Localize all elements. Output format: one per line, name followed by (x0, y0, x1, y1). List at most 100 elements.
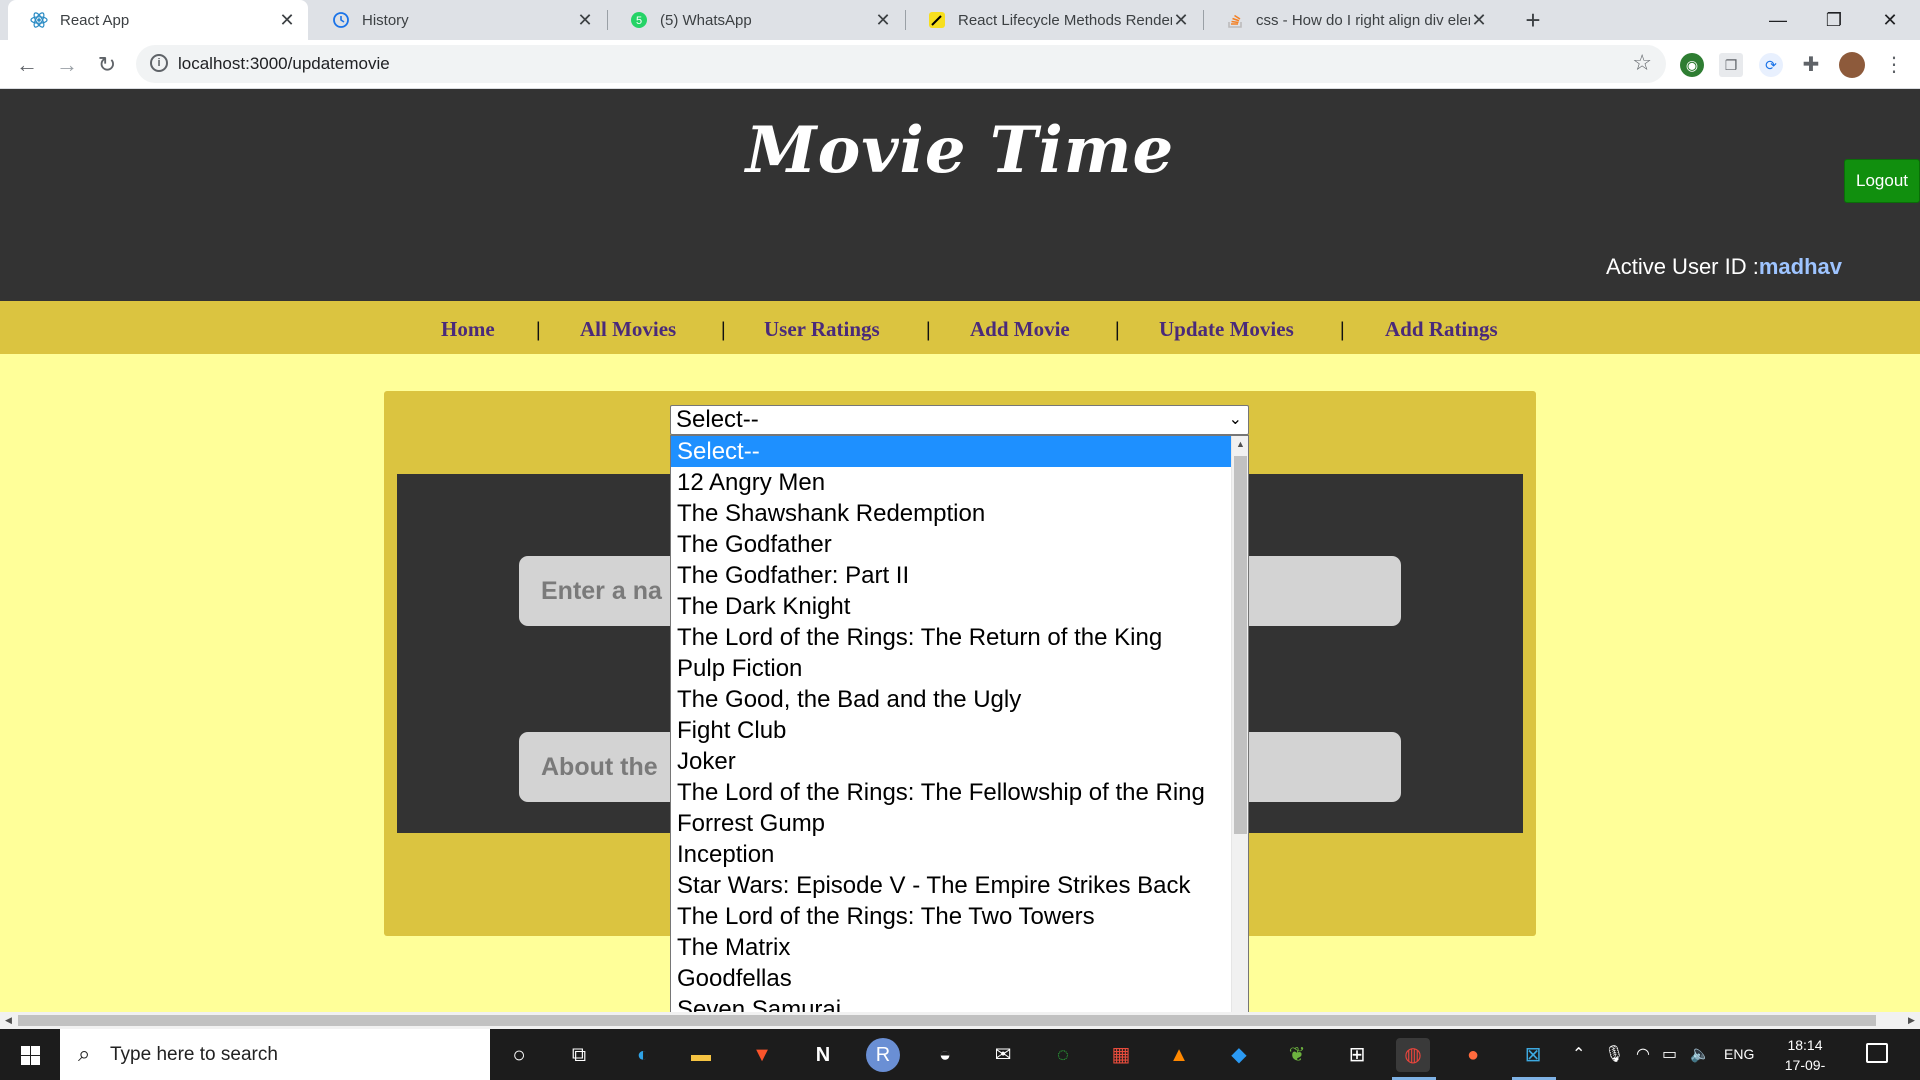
logout-button[interactable]: Logout (1844, 159, 1920, 203)
eclipse-ide-icon[interactable]: ◒ (928, 1038, 962, 1072)
page-horizontal-scrollbar[interactable]: ◀ ▶ (0, 1012, 1920, 1029)
bookmark-star-icon[interactable]: ☆ (1632, 50, 1652, 76)
movie-select[interactable]: Select-- ⌄ (670, 405, 1249, 435)
main-nav: Home | All Movies | User Ratings | Add M… (0, 301, 1920, 354)
tab-react-lifecycle[interactable]: React Lifecycle Methods Render / ✕ (906, 0, 1202, 40)
dropdown-option[interactable]: The Lord of the Rings: The Fellowship of… (671, 777, 1248, 808)
close-tab-icon[interactable]: ✕ (576, 10, 594, 31)
browser-toolbar: ← → ↻ i localhost:3000/updatemovie ☆ ◉ ❐… (0, 40, 1920, 89)
tab-react-app[interactable]: React App ✕ (8, 0, 308, 40)
tiles-app-icon[interactable]: ▦ (1104, 1038, 1138, 1072)
edge-browser-icon[interactable]: ◐ (626, 1038, 660, 1072)
speaker-icon[interactable]: 🔈 (1690, 1029, 1710, 1080)
scroll-left-arrow-icon[interactable]: ◀ (0, 1012, 17, 1029)
tab-history[interactable]: History ✕ (310, 0, 606, 40)
dropdown-option[interactable]: The Dark Knight (671, 591, 1248, 622)
dropdown-option[interactable]: Forrest Gump (671, 808, 1248, 839)
nav-separator: | (536, 317, 541, 341)
dropdown-option[interactable]: Goodfellas (671, 963, 1248, 994)
taskbar-clock[interactable]: 18:14 17-09-2020 (1770, 1035, 1840, 1080)
notification-center-icon[interactable] (1866, 1043, 1888, 1063)
forward-arrow-icon[interactable]: → (50, 48, 84, 82)
wifi-icon[interactable]: ◠ (1636, 1029, 1650, 1080)
tab-title: React Lifecycle Methods Render / (958, 11, 1172, 29)
nav-separator: | (721, 317, 726, 341)
scroll-up-arrow-icon[interactable]: ▲ (1232, 436, 1248, 453)
dropdown-option[interactable]: Star Wars: Episode V - The Empire Strike… (671, 870, 1248, 901)
nav-separator: | (1115, 317, 1120, 341)
dropdown-option[interactable]: The Matrix (671, 932, 1248, 963)
tray-chevron-up-icon[interactable]: ⌃ (1572, 1029, 1585, 1080)
postman-icon[interactable]: ● (1456, 1038, 1490, 1072)
tab-stackoverflow[interactable]: css - How do I right align div elen ✕ (1204, 0, 1500, 40)
battery-icon[interactable]: ▭ (1662, 1029, 1677, 1080)
extensions-puzzle-icon[interactable]: ✚ (1799, 53, 1823, 77)
cortana-icon[interactable]: ○ (502, 1038, 536, 1072)
spring-tool-icon[interactable]: ❦ (1280, 1038, 1314, 1072)
network-tool-icon[interactable]: ⊠ (1516, 1038, 1550, 1072)
windows-start-button[interactable] (0, 1029, 60, 1080)
address-bar[interactable]: i localhost:3000/updatemovie ☆ (136, 45, 1666, 83)
taskbar-search-box[interactable]: ⌕ Type here to search (60, 1029, 490, 1080)
vscode-icon[interactable]: ◆ (1222, 1038, 1256, 1072)
dropdown-option[interactable]: The Godfather: Part II (671, 560, 1248, 591)
nav-add-movie[interactable]: Add Movie (970, 317, 1070, 342)
file-explorer-icon[interactable]: ▬ (684, 1038, 718, 1072)
nav-separator: | (926, 317, 931, 341)
site-header: Movie Time Active User ID :madhav (0, 89, 1920, 301)
dropdown-option[interactable]: Pulp Fiction (671, 653, 1248, 684)
dropdown-option[interactable]: The Lord of the Rings: The Return of the… (671, 622, 1248, 653)
dropdown-option[interactable]: Fight Club (671, 715, 1248, 746)
windows-taskbar: ⌕ Type here to search ○ ⧉ ◐ ▬ ▼ N R ◒ ✉ … (0, 1029, 1920, 1080)
vlc-player-icon[interactable]: ▲ (1162, 1038, 1196, 1072)
profile-avatar[interactable] (1839, 52, 1865, 78)
maximize-button[interactable]: ❐ (1806, 0, 1862, 40)
nav-add-ratings[interactable]: Add Ratings (1385, 317, 1498, 342)
scroll-right-arrow-icon[interactable]: ▶ (1903, 1012, 1920, 1029)
minimize-button[interactable]: — (1750, 0, 1806, 40)
close-tab-icon[interactable]: ✕ (874, 10, 892, 31)
close-tab-icon[interactable]: ✕ (278, 10, 296, 31)
dropdown-option[interactable]: Joker (671, 746, 1248, 777)
movie-select-value: Select-- (676, 406, 759, 433)
site-info-icon[interactable]: i (150, 54, 168, 72)
notion-app-icon[interactable]: N (806, 1038, 840, 1072)
nav-user-ratings[interactable]: User Ratings (764, 317, 880, 342)
mail-app-icon[interactable]: ✉ (986, 1038, 1020, 1072)
dropdown-option[interactable]: The Lord of the Rings: The Two Towers (671, 901, 1248, 932)
dropdown-option[interactable]: The Good, the Bad and the Ugly (671, 684, 1248, 715)
sync-app-icon[interactable]: ◌ (1046, 1038, 1080, 1072)
close-window-button[interactable]: ✕ (1862, 0, 1918, 40)
dropdown-scroll-thumb[interactable] (1234, 456, 1247, 834)
nav-home[interactable]: Home (441, 317, 495, 342)
nav-all-movies[interactable]: All Movies (580, 317, 676, 342)
microphone-icon[interactable]: 🎙 (1604, 1029, 1624, 1080)
chrome-browser-icon[interactable]: ◍ (1396, 1038, 1430, 1072)
task-view-icon[interactable]: ⧉ (562, 1038, 596, 1072)
reload-icon[interactable]: ↻ (90, 48, 124, 82)
extension-copy-icon[interactable]: ❐ (1719, 53, 1743, 77)
dropdown-option[interactable]: The Shawshank Redemption (671, 498, 1248, 529)
nav-update-movies[interactable]: Update Movies (1159, 317, 1294, 342)
back-arrow-icon[interactable]: ← (10, 48, 44, 82)
brave-browser-icon[interactable]: ▼ (745, 1038, 779, 1072)
extension-sync-icon[interactable]: ⟳ (1759, 53, 1783, 77)
dropdown-option[interactable]: Inception (671, 839, 1248, 870)
extension-globe-icon[interactable]: ◉ (1680, 53, 1704, 77)
close-tab-icon[interactable]: ✕ (1172, 10, 1190, 31)
tab-whatsapp[interactable]: 5 (5) WhatsApp ✕ (608, 0, 904, 40)
horizontal-scroll-thumb[interactable] (18, 1015, 1876, 1026)
dropdown-option[interactable]: 12 Angry Men (671, 467, 1248, 498)
browser-menu-icon[interactable]: ⋮ (1882, 53, 1906, 77)
windows-logo-icon (31, 1046, 40, 1055)
input-language[interactable]: ENG (1724, 1029, 1754, 1080)
tab-title: History (362, 11, 409, 29)
microsoft-store-icon[interactable]: ⊞ (1340, 1038, 1374, 1072)
dropdown-scrollbar[interactable]: ▲ ▼ (1231, 436, 1248, 1027)
r-language-icon[interactable]: R (866, 1038, 900, 1072)
dropdown-option[interactable]: The Godfather (671, 529, 1248, 560)
active-user-label: Active User ID : (1606, 254, 1759, 279)
new-tab-button[interactable]: + (1518, 4, 1548, 36)
close-tab-icon[interactable]: ✕ (1470, 10, 1488, 31)
dropdown-option[interactable]: Select-- (671, 436, 1248, 467)
